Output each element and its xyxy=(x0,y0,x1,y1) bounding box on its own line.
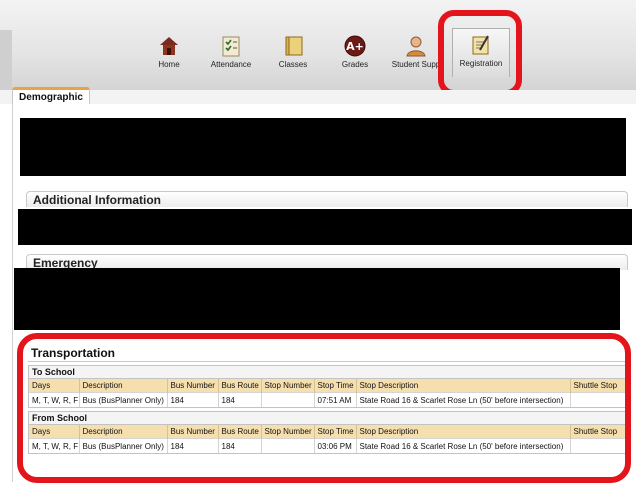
nav-classes[interactable]: Classes xyxy=(274,30,312,78)
table-cell: M, T, W, R, F xyxy=(29,438,80,453)
column-header: Bus Route xyxy=(218,425,262,439)
registration-icon xyxy=(472,35,489,55)
table-cell: M, T, W, R, F xyxy=(29,392,80,407)
nav-registration-label: Registration xyxy=(459,59,503,68)
column-header: Shuttle Stop xyxy=(570,425,628,439)
column-header: Description xyxy=(79,425,168,439)
nav-classes-label: Classes xyxy=(278,60,308,69)
from-school-title: From School xyxy=(29,412,625,425)
nav-attendance-label: Attendance xyxy=(210,60,252,69)
additional-information-header: Additional Information xyxy=(26,191,628,207)
redacted-additional-information xyxy=(18,209,632,245)
from-school-table: Days Description Bus Number Bus Route St… xyxy=(29,425,628,453)
nav-grades[interactable]: A+ Grades xyxy=(336,30,374,78)
table-cell xyxy=(570,392,628,407)
column-header: Stop Time xyxy=(314,379,357,393)
student-support-icon xyxy=(406,36,426,57)
column-header: Bus Route xyxy=(218,379,262,393)
column-header: Shuttle Stop xyxy=(570,379,628,393)
table-cell xyxy=(261,438,315,453)
column-header: Stop Time xyxy=(314,425,357,439)
table-cell: 184 xyxy=(218,392,262,407)
table-header-row: Days Description Bus Number Bus Route St… xyxy=(29,425,628,439)
nav-registration[interactable]: Registration xyxy=(452,28,510,77)
transportation-section: Transportation To School Days Descriptio… xyxy=(28,345,628,454)
nav-grades-label: Grades xyxy=(341,60,369,69)
attendance-icon xyxy=(222,36,240,57)
nav-attendance[interactable]: Attendance xyxy=(206,30,256,78)
table-header-row: Days Description Bus Number Bus Route St… xyxy=(29,379,628,393)
nav-home-label: Home xyxy=(158,60,180,69)
table-cell: Bus (BusPlanner Only) xyxy=(79,438,168,453)
home-icon xyxy=(160,37,178,55)
grades-icon: A+ xyxy=(344,35,366,57)
table-row: M, T, W, R, F Bus (BusPlanner Only) 184 … xyxy=(29,438,628,453)
column-header: Stop Number xyxy=(261,425,315,439)
transportation-title: Transportation xyxy=(28,345,626,362)
redacted-demographic-block xyxy=(20,118,626,176)
column-header: Bus Number xyxy=(167,379,219,393)
table-cell: Bus (BusPlanner Only) xyxy=(79,392,168,407)
table-cell: 184 xyxy=(167,392,219,407)
column-header: Bus Number xyxy=(167,425,219,439)
column-header: Description xyxy=(79,379,168,393)
to-school-table: Days Description Bus Number Bus Route St… xyxy=(29,379,628,407)
column-header: Stop Description xyxy=(356,379,571,393)
svg-text:A+: A+ xyxy=(346,40,364,53)
table-cell xyxy=(570,438,628,453)
column-header: Days xyxy=(29,425,80,439)
nav-student-support[interactable]: Student Supp xyxy=(390,30,442,78)
column-header: Days xyxy=(29,379,80,393)
redacted-emergency-block xyxy=(14,268,620,330)
table-cell: 07:51 AM xyxy=(314,392,357,407)
table-cell: 03:06 PM xyxy=(314,438,357,453)
column-header: Stop Number xyxy=(261,379,315,393)
column-header: Stop Description xyxy=(356,425,571,439)
to-school-title: To School xyxy=(29,366,625,379)
classes-icon xyxy=(285,36,303,56)
table-cell: State Road 16 & Scarlet Rose Ln (50' bef… xyxy=(356,438,571,453)
table-cell: State Road 16 & Scarlet Rose Ln (50' bef… xyxy=(356,392,571,407)
nav-student-support-label: Student Supp xyxy=(391,60,441,69)
nav-home[interactable]: Home xyxy=(150,30,188,78)
top-navigation-bar: Home Attendance Classes A+ Grades Studen… xyxy=(0,0,636,91)
table-cell: 184 xyxy=(218,438,262,453)
to-school-group: To School Days Description Bus Number Bu… xyxy=(28,365,628,408)
left-edge-stripe xyxy=(0,30,12,90)
tab-strip xyxy=(0,90,636,104)
from-school-group: From School Days Description Bus Number … xyxy=(28,411,628,454)
table-row: M, T, W, R, F Bus (BusPlanner Only) 184 … xyxy=(29,392,628,407)
table-cell xyxy=(261,392,315,407)
table-cell: 184 xyxy=(167,438,219,453)
